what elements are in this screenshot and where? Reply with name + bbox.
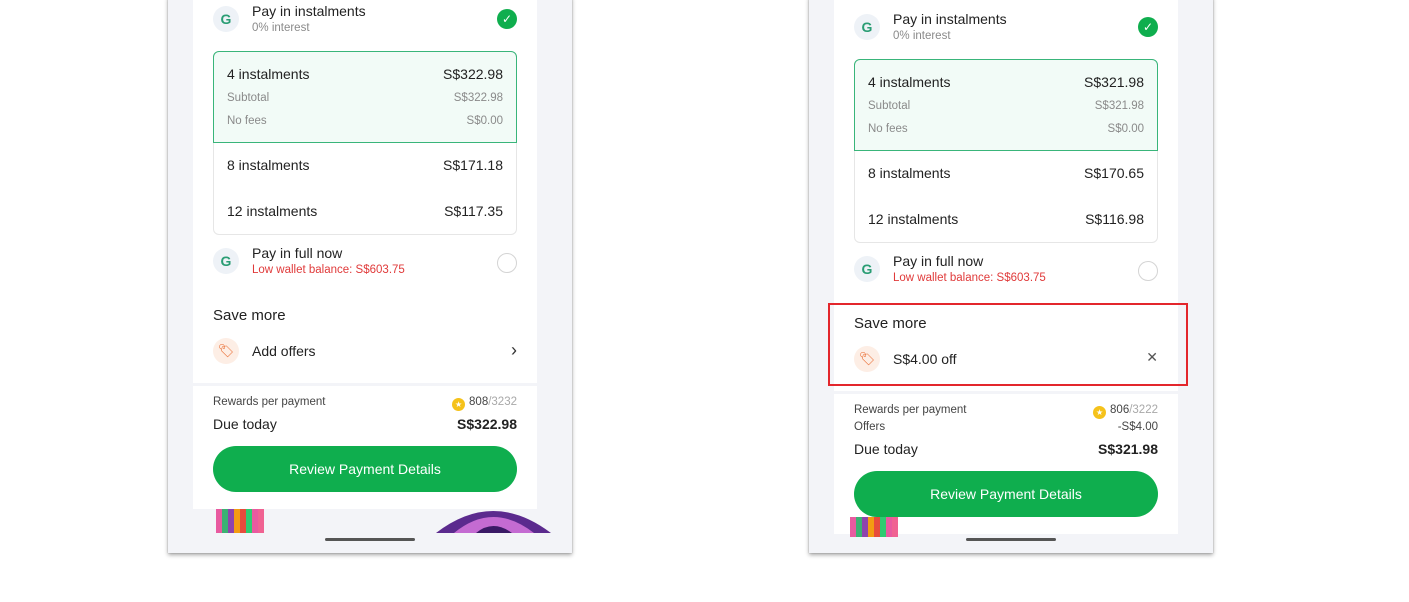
plan-amount: S$117.35 xyxy=(444,203,503,219)
plan-amount: S$171.18 xyxy=(443,157,503,173)
option-subtitle: 0% interest xyxy=(893,30,951,42)
offers-label: Offers xyxy=(854,421,886,433)
instalment-plans: 4 instalments S$322.98 Subtotal S$322.98… xyxy=(213,51,517,235)
plan-8-instalments[interactable]: 8 instalments S$170.65 xyxy=(868,165,1144,181)
rewards-label: Rewards per payment xyxy=(854,404,967,416)
background-artwork xyxy=(436,511,551,533)
selected-check-icon: ✓ xyxy=(1138,17,1158,37)
offer-label: Add offers xyxy=(252,343,316,359)
grab-g-icon: G xyxy=(854,14,880,40)
grab-g-icon: G xyxy=(213,6,239,32)
fees-label: No fees xyxy=(868,123,908,135)
phone-screen-before: G Pay in instalments 0% interest ✓ 4 ins… xyxy=(168,0,572,553)
option-pay-in-full[interactable]: G Pay in full now Low wallet balance: S$… xyxy=(213,245,517,288)
rewards-label: Rewards per payment xyxy=(213,396,326,408)
due-today-value: S$321.98 xyxy=(1098,441,1158,457)
fees-value: S$0.00 xyxy=(466,115,503,127)
unselected-radio[interactable] xyxy=(497,253,517,273)
plan-12-instalments[interactable]: 12 instalments S$116.98 xyxy=(868,211,1144,227)
save-more-highlight-box xyxy=(828,303,1188,386)
option-title: Pay in full now xyxy=(893,253,984,269)
plan-8-instalments[interactable]: 8 instalments S$171.18 xyxy=(227,157,503,173)
plan-amount: S$321.98 xyxy=(1084,74,1144,90)
rewards-value: ★ 806/3222 xyxy=(1093,404,1158,419)
plan-amount: S$322.98 xyxy=(443,66,503,82)
chevron-right-icon: › xyxy=(511,340,517,360)
home-indicator xyxy=(966,538,1056,541)
subtotal-label: Subtotal xyxy=(868,100,911,112)
subtotal-value: S$322.98 xyxy=(453,92,503,104)
plan-label: 4 instalments xyxy=(227,66,310,82)
grab-g-icon: G xyxy=(213,248,239,274)
plan-label: 8 instalments xyxy=(227,157,310,173)
payment-summary-card: Rewards per payment ★ 806/3222 Offers -S$… xyxy=(834,394,1178,534)
review-payment-details-button[interactable]: Review Payment Details xyxy=(854,471,1158,517)
unselected-radio[interactable] xyxy=(1138,261,1158,281)
payment-summary-card: Rewards per payment ★ 808/3232 Due today … xyxy=(193,386,537,509)
plan-amount: S$116.98 xyxy=(1085,211,1144,227)
fees-label: No fees xyxy=(227,115,267,127)
low-balance-warning: Low wallet balance: S$603.75 xyxy=(252,264,405,276)
rewards-coin-icon: ★ xyxy=(452,398,466,411)
grab-g-icon: G xyxy=(854,256,880,282)
plan-label: 8 instalments xyxy=(868,165,951,181)
due-today-label: Due today xyxy=(213,416,277,432)
subtotal-label: Subtotal xyxy=(227,92,270,104)
background-artwork xyxy=(850,517,898,537)
option-title: Pay in instalments xyxy=(893,11,1007,27)
plan-label: 4 instalments xyxy=(868,74,951,90)
due-today-value: S$322.98 xyxy=(457,416,517,432)
add-offers-row[interactable]: 🏷 Add offers › xyxy=(213,338,517,368)
option-pay-in-instalments[interactable]: G Pay in instalments 0% interest ✓ xyxy=(854,11,1158,54)
plan-4-instalments[interactable]: 4 instalments S$322.98 Subtotal S$322.98… xyxy=(213,51,517,143)
home-indicator xyxy=(325,538,415,541)
option-pay-in-full[interactable]: G Pay in full now Low wallet balance: S$… xyxy=(854,253,1158,296)
save-more-title: Save more xyxy=(213,307,286,324)
option-title: Pay in full now xyxy=(252,245,343,261)
rewards-value: ★ 808/3232 xyxy=(452,396,517,411)
payment-methods-card: G Pay in instalments 0% interest ✓ 4 ins… xyxy=(193,0,537,383)
phone-screen-after: G Pay in instalments 0% interest ✓ 4 ins… xyxy=(809,0,1213,553)
plan-4-instalments[interactable]: 4 instalments S$321.98 Subtotal S$321.98… xyxy=(854,59,1158,151)
offer-tag-icon: 🏷 xyxy=(213,338,239,364)
plan-12-instalments[interactable]: 12 instalments S$117.35 xyxy=(227,203,503,219)
payment-summary: Rewards per payment ★ 806/3222 Offers -S$… xyxy=(854,394,1158,474)
review-payment-details-button[interactable]: Review Payment Details xyxy=(213,446,517,492)
instalment-plans: 4 instalments S$321.98 Subtotal S$321.98… xyxy=(854,59,1158,243)
plan-amount: S$170.65 xyxy=(1084,165,1144,181)
plan-label: 12 instalments xyxy=(227,203,318,219)
low-balance-warning: Low wallet balance: S$603.75 xyxy=(893,272,1046,284)
rewards-coin-icon: ★ xyxy=(1093,406,1107,419)
option-title: Pay in instalments xyxy=(252,3,366,19)
background-artwork xyxy=(216,509,264,533)
option-pay-in-instalments[interactable]: G Pay in instalments 0% interest ✓ xyxy=(213,3,517,46)
plan-label: 12 instalments xyxy=(868,211,959,227)
option-subtitle: 0% interest xyxy=(252,22,310,34)
offers-value: -S$4.00 xyxy=(1117,421,1158,433)
selected-check-icon: ✓ xyxy=(497,9,517,29)
subtotal-value: S$321.98 xyxy=(1094,100,1144,112)
due-today-label: Due today xyxy=(854,441,918,457)
fees-value: S$0.00 xyxy=(1107,123,1144,135)
